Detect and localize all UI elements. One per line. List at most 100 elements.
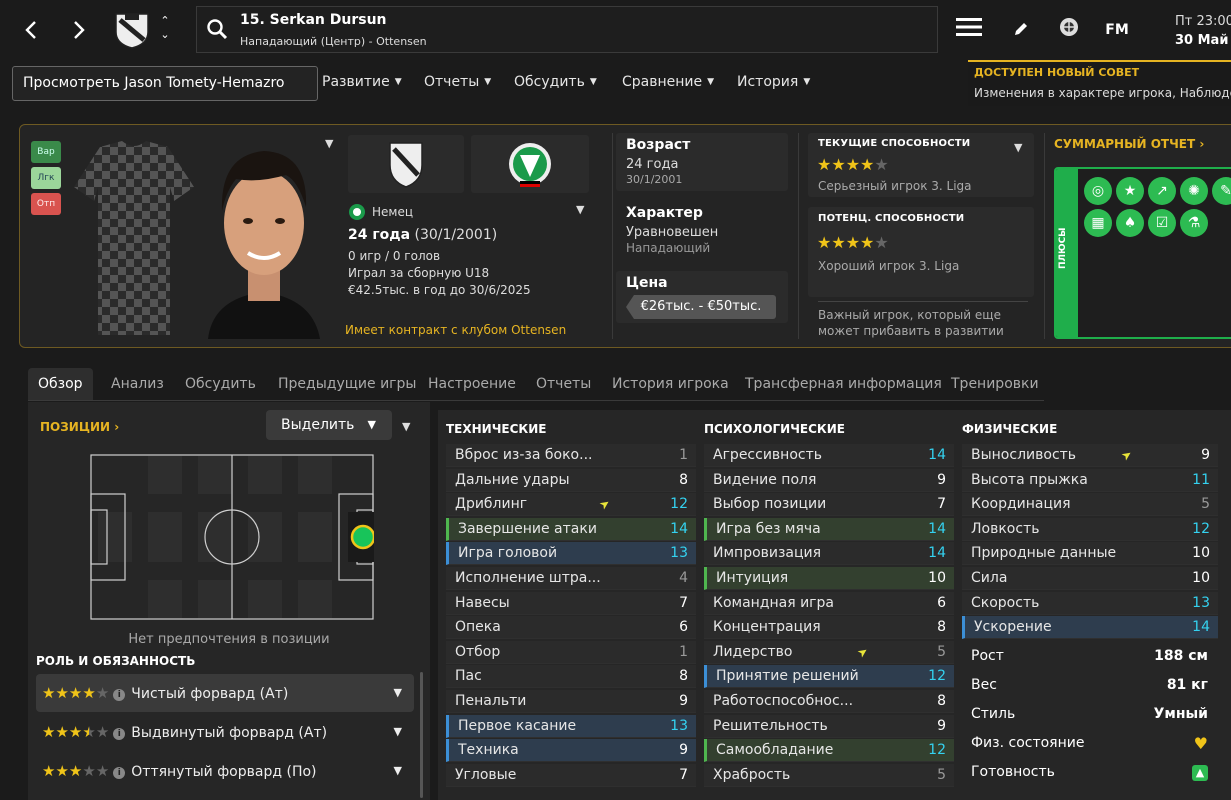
tab-reports[interactable]: Отчеты — [526, 368, 601, 400]
search-icon[interactable] — [205, 17, 229, 41]
summary-report-link[interactable]: СУММАРНЫЙ ОТЧЕТ › — [1054, 137, 1204, 151]
attribute-row[interactable]: Первое касание 13 — [446, 714, 696, 738]
attribute-row[interactable]: Игра без мяча 14 — [704, 517, 954, 541]
bandage-icon[interactable]: ✎ — [1212, 177, 1231, 205]
info-icon[interactable]: i — [113, 728, 126, 740]
fm-menu-button[interactable]: FM — [1102, 16, 1132, 44]
contract-status[interactable]: Имеет контракт с клубом Ottensen — [345, 323, 566, 337]
nation-logo-box[interactable] — [471, 135, 589, 193]
attribute-row[interactable]: Интуиция 10 — [704, 567, 954, 590]
menu-history[interactable]: История ▼ — [737, 74, 810, 90]
player-switch-arrows[interactable]: ⌃ ⌄ — [156, 14, 174, 48]
attribute-row[interactable]: Техника 9 — [446, 739, 696, 763]
club-crest-icon[interactable] — [112, 10, 152, 50]
tab-mood[interactable]: Настроение — [418, 368, 526, 400]
attribute-row[interactable]: Игра головой 13 — [446, 542, 696, 566]
chevron-down-icon[interactable]: ⌄ — [156, 28, 174, 42]
attribute-row[interactable]: Работоспособнос... 8 — [704, 690, 954, 713]
attribute-row[interactable]: Сила 10 — [962, 567, 1218, 590]
attribute-row[interactable]: Импровизация 14 — [704, 542, 954, 566]
attribute-row[interactable]: Лидерство 5 ➤ — [704, 640, 954, 664]
attribute-row[interactable]: Храбрость 5 — [704, 763, 954, 787]
chevron-down-icon[interactable]: ▼ — [394, 752, 402, 790]
chevron-down-icon[interactable]: ▼ — [402, 420, 410, 433]
target-icon[interactable]: ◎ — [1084, 177, 1112, 205]
attribute-row[interactable]: Вброс из-за боко... 1 — [446, 444, 696, 467]
back-button[interactable] — [18, 14, 44, 46]
position-pitch[interactable] — [90, 454, 380, 620]
attribute-row[interactable]: Природные данные 10 — [962, 542, 1218, 566]
tab-discuss[interactable]: Обсудить — [175, 368, 266, 400]
menu-development[interactable]: Развитие ▼ — [322, 74, 402, 90]
tab-player-history[interactable]: История игрока — [602, 368, 739, 400]
chevron-down-icon[interactable]: ▼ — [394, 674, 402, 712]
attribute-row[interactable]: Отбор 1 — [446, 640, 696, 664]
advice-notification[interactable]: ДОСТУПЕН НОВЫЙ СОВЕТ Изменения в характе… — [968, 60, 1231, 106]
fm-logo-button[interactable] — [1054, 16, 1084, 44]
tab-overview[interactable]: Обзор — [28, 368, 93, 400]
tag-holiday[interactable]: Отп — [31, 193, 61, 215]
star-icon[interactable]: ★ — [1116, 177, 1144, 205]
role-row[interactable]: ★★★★★ i Чистый форвард (Ат) ▼ — [36, 674, 414, 712]
chevron-down-icon[interactable]: ▼ — [1014, 141, 1022, 154]
chevron-up-icon[interactable]: ⌃ — [156, 14, 174, 28]
attribute-row[interactable]: Высота прыжка 11 — [962, 468, 1218, 492]
drops-icon[interactable]: ♠ — [1116, 209, 1144, 237]
attribute-row[interactable]: Выбор позиции 7 — [704, 493, 954, 517]
tab-previous-games[interactable]: Предыдущие игры — [268, 368, 426, 400]
menu-reports[interactable]: Отчеты ▼ — [424, 74, 491, 90]
attribute-row[interactable]: Координация 5 — [962, 493, 1218, 517]
attribute-row[interactable]: Агрессивность 14 — [704, 444, 954, 467]
attribute-row[interactable]: Навесы 7 — [446, 591, 696, 615]
positions-link[interactable]: ПОЗИЦИИ › — [40, 420, 119, 434]
club-logo-box[interactable] — [348, 135, 464, 193]
info-icon[interactable]: i — [113, 767, 126, 779]
trend-up-icon[interactable]: ↗ — [1148, 177, 1176, 205]
attribute-row[interactable]: Командная игра 6 — [704, 591, 954, 615]
attribute-row[interactable]: Дальние удары 8 — [446, 468, 696, 492]
scrollbar[interactable] — [420, 672, 423, 798]
forward-button[interactable] — [66, 14, 92, 46]
attribute-row[interactable]: Завершение атаки 14 — [446, 517, 696, 541]
attribute-row[interactable]: Выносливость 9 ➤ — [962, 444, 1218, 467]
attribute-row[interactable]: Исполнение штра... 4 — [446, 567, 696, 590]
attribute-row[interactable]: Дриблинг 12 ➤ — [446, 493, 696, 517]
menu-discuss[interactable]: Обсудить ▼ — [514, 74, 597, 90]
attribute-row[interactable]: Самообладание 12 — [704, 739, 954, 763]
role-row[interactable]: ★★★★★ i Оттянутый форвард (По) ▼ — [36, 752, 414, 790]
menu-button[interactable] — [954, 16, 984, 44]
attribute-row[interactable]: Принятие решений 12 — [704, 665, 954, 689]
tag-loan[interactable]: Лгк — [31, 167, 61, 189]
attribute-row[interactable]: Угловые 7 — [446, 763, 696, 787]
profile-row: Готовность ▲ — [962, 758, 1218, 787]
attribute-row[interactable]: Ускорение 14 — [962, 616, 1218, 640]
view-player-button[interactable]: Просмотреть Jason Tomety-Hemazro — [12, 66, 318, 101]
info-icon[interactable]: i — [113, 689, 126, 701]
tab-analysis[interactable]: Анализ — [101, 368, 174, 400]
highlight-dropdown[interactable]: Выделить ▼ — [266, 410, 392, 440]
attribute-row[interactable]: Концентрация 8 — [704, 616, 954, 640]
attribute-row[interactable]: Ловкость 12 — [962, 517, 1218, 541]
tab-training[interactable]: Тренировки — [941, 368, 1049, 400]
flask-icon[interactable]: ⚗ — [1180, 209, 1208, 237]
attribute-row[interactable]: Видение поля 9 — [704, 468, 954, 492]
attribute-row[interactable]: Решительность 9 — [704, 714, 954, 738]
pitch-icon[interactable]: ▦ — [1084, 209, 1112, 237]
game-date[interactable]: 30 Май 2 — [1175, 33, 1231, 48]
attribute-row[interactable]: Пенальти 9 — [446, 690, 696, 713]
edit-button[interactable] — [1006, 16, 1036, 44]
attribute-row[interactable]: Опека 6 — [446, 616, 696, 640]
menu-compare[interactable]: Сравнение ▼ — [622, 74, 714, 90]
attribute-row[interactable]: Скорость 13 — [962, 591, 1218, 615]
chevron-down-icon[interactable]: ▼ — [325, 137, 333, 150]
clipboard-icon[interactable]: ☑ — [1148, 209, 1176, 237]
role-row[interactable]: ★★★★★ i Выдвинутый форвард (Ат) ▼ — [36, 713, 414, 751]
tab-transfer-info[interactable]: Трансферная информация — [735, 368, 952, 400]
player-header-box[interactable]: 15. Serkan Dursun Нападающий (Центр) - O… — [196, 6, 938, 53]
brain-icon[interactable]: ✺ — [1180, 177, 1208, 205]
chevron-down-icon[interactable]: ▼ — [394, 713, 402, 751]
chevron-down-icon[interactable]: ▼ — [576, 203, 584, 216]
price-value[interactable]: €26тыс. - €50тыс. — [626, 295, 776, 319]
attribute-row[interactable]: Пас 8 — [446, 665, 696, 689]
tag-option[interactable]: Вар — [31, 141, 61, 163]
